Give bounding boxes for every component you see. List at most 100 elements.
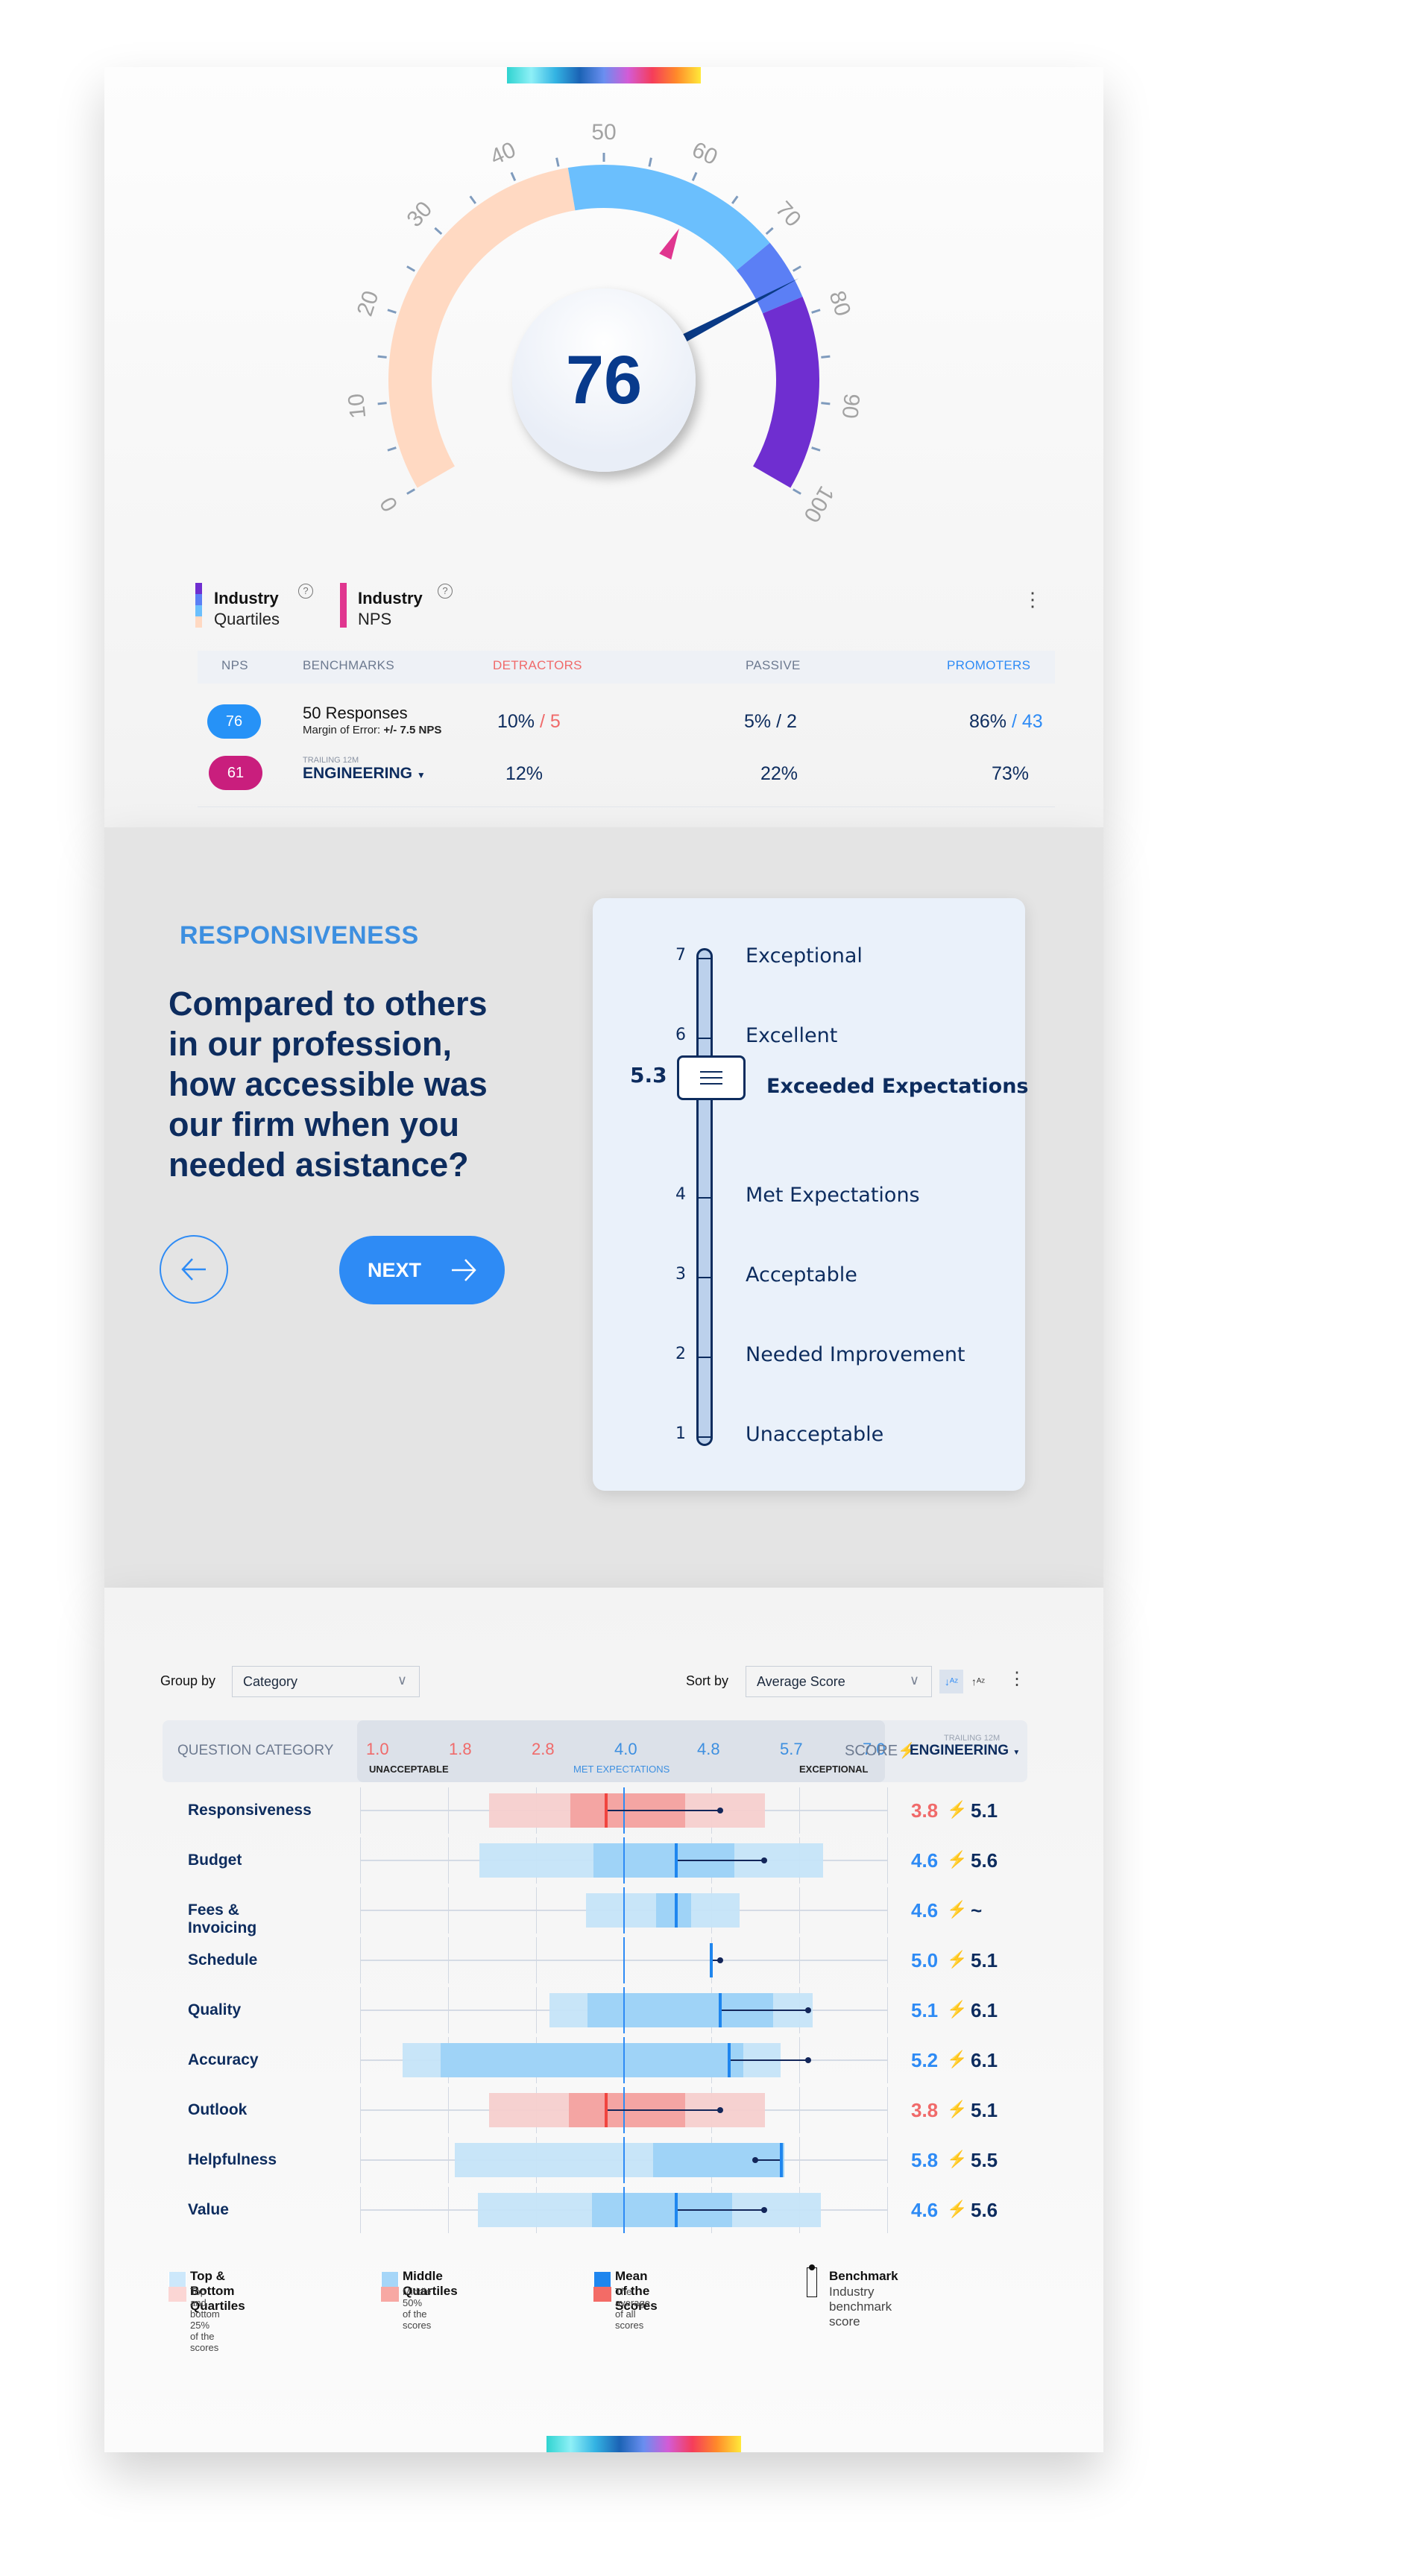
row-label: Accuracy [188, 2051, 259, 2068]
lightning-icon: ⚡ [947, 2150, 968, 2168]
midpoint-line [623, 1887, 626, 1933]
gauge-tick-label: 70 [771, 197, 806, 232]
midpoint-line [623, 1937, 626, 1983]
benchmark-dot [716, 2107, 723, 2113]
question-line: in our profession, [168, 1025, 453, 1063]
legend-swatch-bottom [381, 2287, 399, 2302]
mean-marker [604, 1793, 608, 1828]
lightning-icon: ⚡ [947, 2100, 968, 2118]
gridline [360, 1837, 361, 1884]
question-line: needed asistance? [168, 1146, 469, 1184]
margin-value: +/- 7.5 NPS [383, 724, 442, 736]
scale-tick-label: 4.0 [614, 1740, 637, 1758]
mean-marker [675, 1893, 678, 1928]
sort-descending-icon[interactable]: ↓ᴬᶻ [939, 1670, 963, 1693]
slider-level-label[interactable]: Needed Improvement [746, 1343, 965, 1366]
slider-level-label[interactable]: Unacceptable [746, 1423, 883, 1446]
slider-level-label[interactable]: Acceptable [746, 1263, 857, 1287]
benchmark-line [676, 2209, 764, 2211]
back-button[interactable] [160, 1235, 228, 1304]
mean-marker [718, 1993, 722, 2027]
header-benchmarks: BENCHMARKS [303, 658, 394, 672]
slider-level-number: 7 [675, 946, 686, 965]
slider-level-label[interactable]: Met Expectations [746, 1184, 920, 1207]
row-score: 4.6 [911, 2199, 939, 2221]
gridline [799, 2087, 800, 2133]
gauge-tick [811, 446, 821, 452]
next-label: NEXT [367, 1258, 421, 1281]
benchmark-dot [804, 2007, 811, 2013]
gridline [360, 2037, 361, 2083]
benchmark-dropdown[interactable]: ENGINEERING ▼ [303, 765, 426, 783]
passive-pct: 5% [744, 711, 772, 732]
row-benchmark: 6.1 [971, 2049, 998, 2071]
mean-marker [604, 2093, 608, 2127]
slider-handle[interactable] [677, 1055, 746, 1100]
gauge-tick [510, 171, 517, 181]
mean-marker [675, 1843, 678, 1878]
header-nps: NPS [221, 658, 248, 672]
grip-line [700, 1070, 722, 1073]
gauge-value: 76 [565, 341, 643, 418]
benchmark-line [676, 1860, 764, 1861]
mean-marker [727, 2043, 731, 2077]
next-button[interactable]: NEXT [339, 1236, 505, 1304]
midpoint-line [623, 1987, 626, 2033]
gauge-tick-label: 40 [487, 137, 520, 170]
gauge-tick [377, 402, 387, 405]
question-circle-icon[interactable]: ? [298, 584, 313, 599]
quartile-swatch [195, 616, 202, 628]
group-by-label: Group by [160, 1673, 216, 1688]
slider-level-label[interactable]: Exceptional [746, 944, 863, 967]
gauge-tick-label: 60 [688, 137, 721, 170]
benchmark-dot [716, 1808, 723, 1813]
gauge-tick-label: 100 [798, 482, 839, 526]
benchmark-name: ENGINEERING [303, 765, 413, 782]
benchmark-line [755, 2159, 782, 2161]
gauge-tick-label: 50 [591, 120, 616, 145]
mean-marker [780, 2143, 784, 2177]
question-category: RESPONSIVENESS [180, 921, 419, 950]
benchmark-line [728, 2059, 808, 2061]
row-label: Schedule [188, 1951, 258, 1969]
sort-by-value: Average Score [757, 1674, 845, 1689]
row-score: 5.1 [911, 1999, 939, 2021]
question-circle-icon[interactable]: ? [438, 584, 453, 599]
benchmark-name: ENGINEERING [910, 1743, 1009, 1758]
header-score: SCORE [845, 1743, 898, 1759]
gridline [360, 2137, 361, 2183]
sort-ascending-icon[interactable]: ↑ᴬᶻ [966, 1670, 990, 1693]
caret-down-icon: ▼ [1012, 1749, 1021, 1757]
caret-down-icon: ▼ [416, 770, 426, 780]
row-score: 3.8 [911, 2099, 939, 2121]
gridline [535, 1987, 537, 2033]
row-label: Budget [188, 1852, 242, 1869]
slider-tick [697, 958, 712, 959]
slider-level-label[interactable]: Excellent [746, 1024, 837, 1047]
gridline [360, 1937, 361, 1983]
gauge-center: 76 [512, 288, 696, 472]
benchmark-dropdown[interactable]: ENGINEERING ▼ [910, 1743, 1020, 1759]
benchmark-dot [760, 2207, 767, 2213]
gauge-tick [792, 488, 801, 495]
kebab-menu-icon[interactable]: ⋮ [1023, 590, 1042, 609]
gridline [360, 1787, 361, 1834]
kebab-menu-icon[interactable]: ⋮ [1008, 1670, 1026, 1688]
detractors-value: 10% / 5 [497, 711, 561, 732]
legend-subtitle: The average of all scores [615, 2286, 650, 2331]
gridline [447, 2187, 449, 2233]
group-by-select[interactable]: Category ∨ [232, 1666, 420, 1697]
row-benchmark: 5.1 [971, 2099, 998, 2121]
header-passive: PASSIVE [746, 658, 801, 672]
gridline [447, 1787, 449, 1834]
sort-by-select[interactable]: Average Score ∨ [746, 1666, 932, 1697]
gauge-tick [821, 402, 831, 405]
gauge-tick [731, 195, 739, 204]
header-promoters: PROMOTERS [947, 658, 1031, 672]
benchmark-dot [716, 1957, 723, 1963]
gauge-tick [691, 171, 698, 181]
gauge-tick [821, 355, 831, 359]
slider-level-number: 6 [675, 1026, 686, 1044]
promoters-value: 73% [992, 763, 1030, 784]
row-benchmark: 5.1 [971, 1799, 998, 1822]
